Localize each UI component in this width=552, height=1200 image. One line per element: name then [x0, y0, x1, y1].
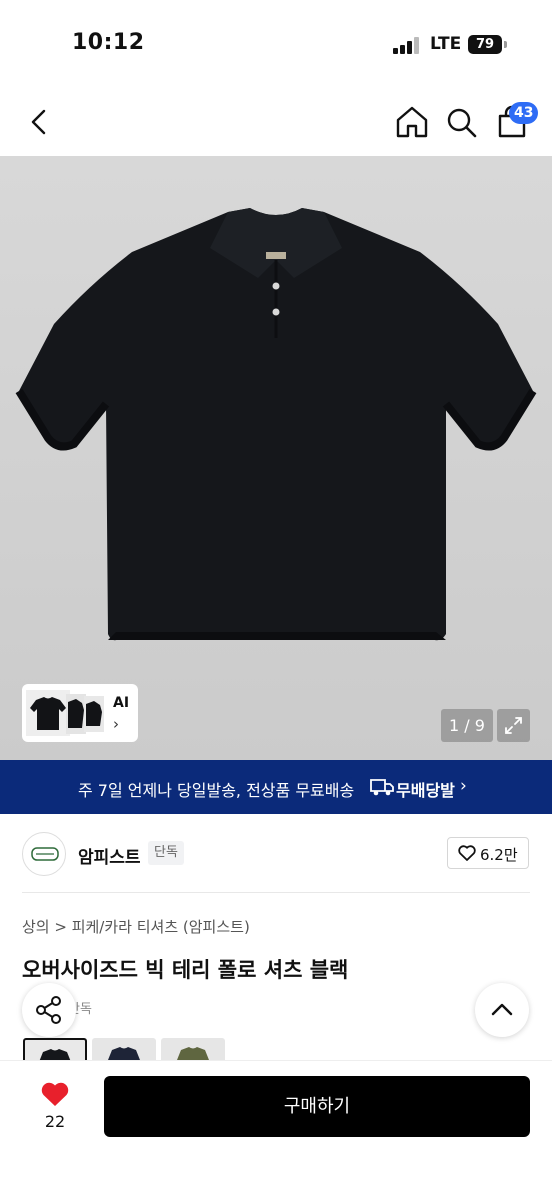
shop-logo-image — [31, 847, 59, 861]
image-page-counter: 1 / 9 — [441, 709, 493, 742]
chevron-right-icon: › — [460, 776, 467, 796]
polo-shirt-image — [15, 208, 537, 641]
expand-button[interactable] — [497, 709, 530, 742]
breadcrumb[interactable]: 상의 > 피케/카라 티셔츠 (암피스트) — [22, 916, 250, 937]
heart-icon — [458, 845, 476, 861]
battery-icon: 79 — [468, 35, 502, 54]
ai-thumbnail-panel[interactable] — [22, 684, 138, 742]
buy-button[interactable]: 구매하기 — [104, 1076, 530, 1137]
swatch-olive-image — [177, 1047, 209, 1060]
status-bar: 10:12 LTE 79 — [0, 0, 552, 88]
expand-icon — [505, 717, 522, 734]
network-label: LTE — [430, 34, 462, 54]
swatch-navy-image — [108, 1047, 140, 1060]
home-icon — [396, 106, 428, 138]
swatch-black-image — [39, 1049, 71, 1060]
search-icon — [447, 108, 477, 138]
shop-like-button[interactable]: 6.2만 — [447, 837, 529, 869]
signal-icon — [393, 37, 419, 54]
share-icon — [36, 996, 61, 1024]
shop-logo[interactable] — [22, 832, 66, 876]
search-button[interactable] — [443, 102, 481, 142]
color-swatch-olive[interactable] — [161, 1038, 225, 1060]
divider — [22, 892, 530, 893]
share-button[interactable] — [22, 983, 76, 1037]
product-title: 오버사이즈드 빅 테리 폴로 셔츠 블랙 — [22, 958, 349, 982]
chevron-left-icon — [31, 109, 46, 135]
status-time: 10:12 — [72, 30, 145, 55]
chevron-right-icon: › — [113, 715, 119, 733]
shipping-banner[interactable]: 주 7일 언제나 당일발송, 전상품 무료배송 무배당발 › — [0, 760, 552, 814]
heart-icon — [41, 1082, 69, 1106]
color-swatch-black[interactable] — [23, 1038, 87, 1060]
shop-like-count: 6.2만 — [480, 846, 518, 864]
color-swatch-navy[interactable] — [92, 1038, 156, 1060]
product-image[interactable] — [0, 156, 552, 760]
cart-count-badge: 43 — [509, 102, 539, 124]
battery-tip — [504, 41, 507, 48]
ai-label: AI — [113, 695, 130, 711]
truck-icon — [370, 779, 394, 796]
scroll-top-button[interactable] — [475, 983, 529, 1037]
chevron-up-icon — [491, 1003, 513, 1016]
shipping-text: 주 7일 언제나 당일발송, 전상품 무료배송 — [78, 781, 355, 800]
shipping-brand: 무배당발 — [396, 781, 455, 800]
header — [0, 88, 552, 156]
thumbnail-images — [26, 690, 104, 736]
exclusive-badge: 단독 — [148, 841, 184, 865]
back-button[interactable] — [22, 104, 58, 140]
shop-name[interactable]: 암피스트 — [78, 843, 141, 868]
home-button[interactable] — [392, 102, 432, 142]
wish-count: 22 — [44, 1112, 66, 1131]
